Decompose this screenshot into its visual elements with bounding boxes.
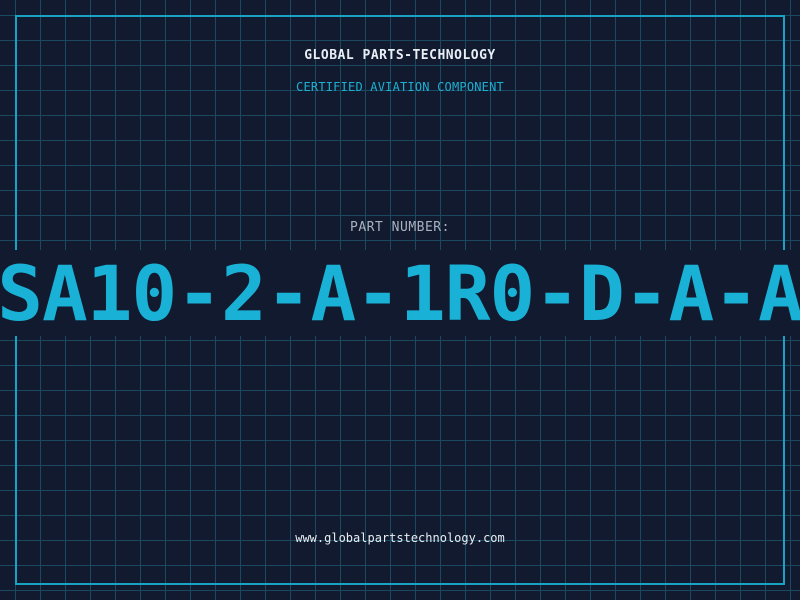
part-number-band: SA10-2-A-1R0-D-A-A bbox=[0, 250, 800, 336]
certificate-card: GLOBAL PARTS-TECHNOLOGY CERTIFIED AVIATI… bbox=[0, 0, 800, 600]
part-number-value: SA10-2-A-1R0-D-A-A bbox=[0, 250, 800, 336]
part-number-label: PART NUMBER: bbox=[350, 220, 450, 235]
certification-subtitle: CERTIFIED AVIATION COMPONENT bbox=[296, 80, 504, 94]
website-url[interactable]: www.globalpartstechnology.com bbox=[0, 531, 800, 545]
company-name: GLOBAL PARTS-TECHNOLOGY bbox=[304, 48, 496, 63]
